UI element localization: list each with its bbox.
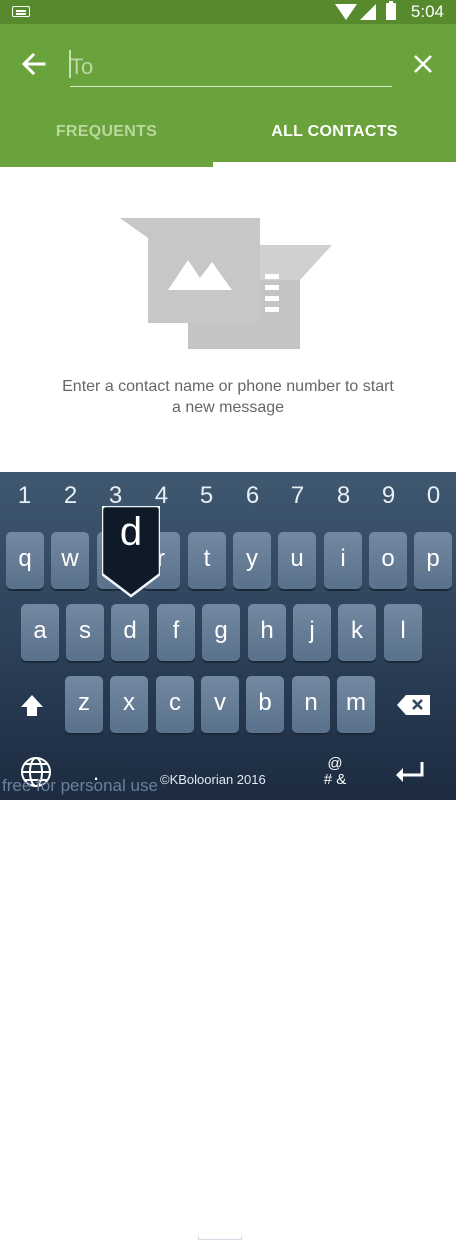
key-u[interactable]: u	[278, 532, 316, 589]
key-l[interactable]: l	[384, 604, 422, 661]
key-c[interactable]: c	[156, 676, 194, 733]
key-w[interactable]: w	[51, 532, 89, 589]
key-d[interactable]: d	[111, 604, 149, 661]
shift-icon[interactable]	[14, 686, 50, 726]
tab-frequents[interactable]: FREQUENTS	[0, 106, 213, 163]
key-p[interactable]: p	[414, 532, 452, 589]
watermark-text: free for personal use	[2, 776, 158, 795]
soft-keyboard: 1 2 3 4 5 6 7 8 9 0 q w e r t y u i o p …	[0, 472, 456, 1240]
key-m[interactable]: m	[337, 676, 375, 733]
key-z[interactable]: z	[65, 676, 103, 733]
key-a[interactable]: a	[21, 604, 59, 661]
key-f[interactable]: f	[157, 604, 195, 661]
key-i[interactable]: i	[324, 532, 362, 589]
key-9[interactable]: 9	[366, 482, 411, 510]
keyboard-credit-text: ©KBoloorian 2016	[160, 772, 266, 787]
tab-all-contacts[interactable]: ALL CONTACTS	[213, 106, 456, 163]
battery-icon	[386, 1, 396, 20]
text-cursor	[69, 50, 71, 78]
key-1[interactable]: 1	[2, 482, 47, 510]
to-recipient-input[interactable]	[70, 48, 392, 87]
key-s[interactable]: s	[66, 604, 104, 661]
key-h[interactable]: h	[248, 604, 286, 661]
key-o[interactable]: o	[369, 532, 407, 589]
wifi-icon	[335, 4, 357, 20]
key-7[interactable]: 7	[275, 482, 320, 510]
close-icon[interactable]	[403, 44, 443, 84]
key-v[interactable]: v	[201, 676, 239, 733]
key-preview-letter: d	[119, 510, 143, 554]
enter-icon[interactable]	[392, 758, 428, 786]
key-2[interactable]: 2	[48, 482, 93, 510]
status-bar: 5:04	[0, 0, 456, 24]
empty-state-message: Enter a contact name or phone number to …	[62, 378, 394, 416]
key-b[interactable]: b	[246, 676, 284, 733]
key-g[interactable]: g	[202, 604, 240, 661]
empty-conversation-illustration-icon	[120, 218, 332, 349]
keyboard-notification-icon	[12, 6, 30, 17]
key-t[interactable]: t	[188, 532, 226, 589]
key-k[interactable]: k	[338, 604, 376, 661]
app-bar: FREQUENTS ALL CONTACTS	[0, 24, 456, 167]
key-q[interactable]: q	[6, 532, 44, 589]
back-arrow-icon[interactable]	[14, 44, 54, 84]
key-8[interactable]: 8	[321, 482, 366, 510]
backspace-icon[interactable]	[394, 690, 434, 720]
status-time: 5:04	[410, 2, 444, 21]
key-j[interactable]: j	[293, 604, 331, 661]
key-0[interactable]: 0	[411, 482, 456, 510]
selected-tab-indicator	[213, 162, 456, 167]
key-y[interactable]: y	[233, 532, 271, 589]
key-n[interactable]: n	[292, 676, 330, 733]
space-key[interactable]	[198, 1236, 242, 1240]
symbols-key[interactable]: @ # &	[318, 756, 352, 788]
cell-signal-icon	[360, 4, 376, 20]
key-x[interactable]: x	[110, 676, 148, 733]
key-5[interactable]: 5	[184, 482, 229, 510]
key-6[interactable]: 6	[230, 482, 275, 510]
